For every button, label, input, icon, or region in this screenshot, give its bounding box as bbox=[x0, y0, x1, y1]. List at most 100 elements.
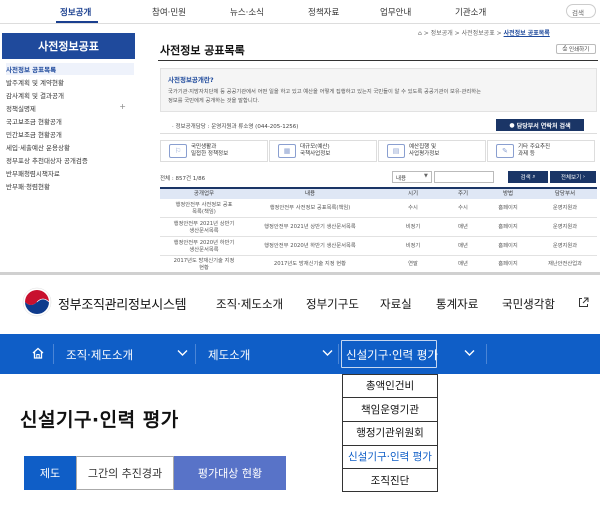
sidebar-item-national-subsidy[interactable]: 국고보조금 현황공개 bbox=[6, 115, 134, 127]
category-label: 대규모(예산) bbox=[300, 144, 330, 150]
sidebar-item-budget[interactable]: 세입·세출예산 운용상황 bbox=[6, 141, 134, 153]
category-tile-budget[interactable]: ▤ 예산집행 및 사업평가정보 bbox=[378, 140, 486, 162]
sidebar-item-audit[interactable]: 감사계획 및 결과공개 bbox=[6, 89, 134, 101]
dropdown-item-executive-agency[interactable]: 책임운영기관 bbox=[342, 398, 438, 422]
sidebar-item-award[interactable]: 정부포상 추천대상자 공개검증 bbox=[6, 154, 134, 166]
row-task[interactable]: 현황 bbox=[199, 265, 209, 270]
home-icon[interactable]: ⌂ bbox=[418, 30, 422, 37]
nav-policy[interactable]: 정책자료 bbox=[308, 6, 339, 18]
chevron-down-icon[interactable] bbox=[322, 349, 333, 357]
dropdown-item-committee[interactable]: 행정기관위원회 bbox=[342, 421, 438, 445]
row-task[interactable]: 행정안전부 2020년 하반기 bbox=[174, 240, 235, 246]
tab-system[interactable]: 제도 bbox=[24, 456, 76, 490]
sidebar-item-label: 발주계획 및 계약현황 bbox=[6, 79, 64, 87]
tab-eval-targets[interactable]: 평가대상 현황 bbox=[174, 456, 286, 490]
row-content[interactable]: 2017년도 방재신기술 지정 현황 bbox=[250, 261, 370, 268]
nav-info-disclosure[interactable]: 정보공개 bbox=[60, 6, 91, 18]
sidebar-item-anticorruption-status[interactable]: 반부패·청렴현황 bbox=[6, 180, 134, 192]
breadcrumb-item[interactable]: 정보공개 bbox=[431, 30, 453, 37]
contact-text: · 정보공개담당 : 운영지원과 류소영 (044-205-1256) bbox=[172, 124, 299, 130]
sidebar-item-label: 정부포상 추천대상자 공개검증 bbox=[6, 157, 88, 165]
sidebar-item-label: 감사계획 및 결과공개 bbox=[6, 92, 64, 100]
bar-menu-system-intro[interactable]: 제도소개 bbox=[208, 347, 250, 363]
category-label: 밀접한 정책정보 bbox=[191, 151, 229, 157]
info-question: 사전정보공개란? bbox=[168, 76, 214, 84]
chevron-right-icon: › bbox=[581, 174, 586, 180]
row-content[interactable]: 행정안전부 2021년 상반기 생산문서목록 bbox=[250, 224, 370, 231]
category-label: 과제 등 bbox=[518, 151, 535, 157]
category-tile-other[interactable]: ✎ 기타 주요추진 과제 등 bbox=[487, 140, 595, 162]
nav-participation[interactable]: 참여·민원 bbox=[152, 6, 186, 18]
total-count: 전체 : 857건 1/86 bbox=[160, 176, 206, 182]
sidebar-item-policy-name[interactable]: 정책실명제 + bbox=[6, 102, 134, 114]
gnav-statistics[interactable]: 통계자료 bbox=[436, 296, 478, 312]
row-content[interactable]: 행정안전부 2020년 하반기 생산문서목록 bbox=[250, 243, 370, 250]
row-task[interactable]: 행정안전부 사전정보 공표 bbox=[176, 202, 233, 208]
row-task[interactable]: 생산문서목록 bbox=[189, 228, 218, 234]
external-link-icon[interactable] bbox=[578, 297, 589, 308]
top-screenshot: 정보공개 참여·민원 뉴스·소식 정책자료 업무안내 기관소개 검색 사전정보공… bbox=[0, 0, 600, 270]
chevron-down-icon[interactable] bbox=[177, 349, 188, 357]
row-method: 홈페이지 bbox=[498, 261, 518, 267]
nav-news[interactable]: 뉴스·소식 bbox=[230, 6, 264, 18]
row-content[interactable]: 행정안전부 사전정보 공표목록(책임) bbox=[250, 205, 370, 212]
bar-menu-org-intro[interactable]: 조직·제도소개 bbox=[66, 347, 133, 363]
chevron-down-icon[interactable] bbox=[464, 349, 475, 357]
sidebar-item-private-subsidy[interactable]: 민간보조금 현황공개 bbox=[6, 128, 134, 140]
gnav-archive[interactable]: 자료실 bbox=[380, 296, 412, 312]
sidebar-item-anticorruption-policy[interactable]: 반부패청렴시책자료 bbox=[6, 167, 134, 179]
search-button-label: 검색 bbox=[520, 175, 531, 181]
sidebar-title: 사전정보공표 bbox=[2, 33, 135, 59]
row-dept: 재난안전산업과 bbox=[547, 261, 583, 267]
column-header: 공개업무 bbox=[193, 191, 215, 197]
dept-contact-search-button[interactable]: ● 담당부서 연락처 검색 bbox=[496, 119, 584, 131]
sidebar-item-contracts[interactable]: 발주계획 및 계약현황 bbox=[6, 76, 134, 88]
expand-plus-icon[interactable]: + bbox=[119, 102, 126, 111]
top-search-input[interactable]: 검색 bbox=[566, 4, 596, 18]
dropdown-item-org-diagnosis[interactable]: 조직진단 bbox=[342, 468, 438, 492]
dropdown-item-new-org-eval[interactable]: 신설기구·인력 평가 bbox=[342, 445, 438, 469]
gnav-gov-chart[interactable]: 정부기구도 bbox=[306, 296, 359, 312]
sidebar-item-list[interactable]: 사전정보 공표목록 bbox=[6, 63, 134, 75]
search-icon: ⌕ bbox=[530, 173, 536, 180]
home-icon[interactable] bbox=[31, 346, 45, 360]
row-timing: 수시 bbox=[408, 205, 418, 211]
nav-business[interactable]: 업무안내 bbox=[380, 6, 411, 18]
column-header: 방법 bbox=[502, 191, 514, 197]
row-task[interactable]: 생산문서목록 bbox=[189, 247, 218, 253]
row-method: 홈페이지 bbox=[498, 205, 518, 211]
category-label: 기타 주요추진 bbox=[518, 144, 551, 150]
search-button[interactable]: 검색 ⌕ bbox=[508, 171, 548, 183]
row-task[interactable]: 목록(책임) bbox=[192, 209, 216, 215]
gnav-public-opinion[interactable]: 국민생각함 bbox=[502, 296, 555, 312]
building-icon: ▦ bbox=[278, 144, 296, 158]
government-logo-icon[interactable] bbox=[22, 287, 52, 317]
category-tile-national-project[interactable]: ▦ 대규모(예산) 국책사업정보 bbox=[269, 140, 377, 162]
category-label: 국책사업정보 bbox=[300, 151, 331, 157]
site-title[interactable]: 정부조직관리정보시스템 bbox=[58, 294, 187, 313]
nav-active-underline bbox=[56, 21, 98, 23]
sidebar-item-label: 반부패청렴시책자료 bbox=[6, 170, 60, 178]
row-task[interactable]: 행정안전부 2021년 상반기 bbox=[174, 221, 235, 227]
person-icon: ● bbox=[509, 121, 517, 129]
row-timing: 비정기 bbox=[405, 243, 421, 249]
breadcrumb-current: 사전정보 공표목록 bbox=[503, 30, 550, 37]
nav-about[interactable]: 기관소개 bbox=[455, 6, 486, 18]
row-timing: 비정기 bbox=[405, 224, 421, 230]
breadcrumb-item[interactable]: 사전정보공표 bbox=[462, 30, 495, 37]
flag-icon: ⚐ bbox=[169, 144, 187, 158]
category-tile-lifestyle[interactable]: ⚐ 국민생활과 밀접한 정책정보 bbox=[160, 140, 268, 162]
tab-progress[interactable]: 그간의 추진경과 bbox=[76, 456, 174, 490]
sidebar-item-label: 사전정보 공표목록 bbox=[6, 66, 57, 74]
gnav-org-intro[interactable]: 조직·제도소개 bbox=[216, 296, 283, 312]
sidebar-item-label: 국고보조금 현황공개 bbox=[6, 118, 62, 126]
bar-divider bbox=[195, 344, 196, 364]
row-task[interactable]: 2017년도 방재신기술 지정 bbox=[174, 258, 235, 264]
dropdown-item-total-payroll[interactable]: 총액인건비 bbox=[342, 374, 438, 398]
view-all-button[interactable]: 전체보기 › bbox=[550, 171, 596, 183]
table-search-input[interactable] bbox=[434, 171, 494, 183]
print-button[interactable]: ⎙ 인쇄하기 bbox=[556, 44, 596, 54]
view-all-label: 전체보기 bbox=[560, 175, 582, 181]
bar-menu-new-org-eval[interactable]: 신설기구·인력 평가 bbox=[346, 347, 438, 363]
row-cycle: 매년 bbox=[458, 261, 468, 267]
